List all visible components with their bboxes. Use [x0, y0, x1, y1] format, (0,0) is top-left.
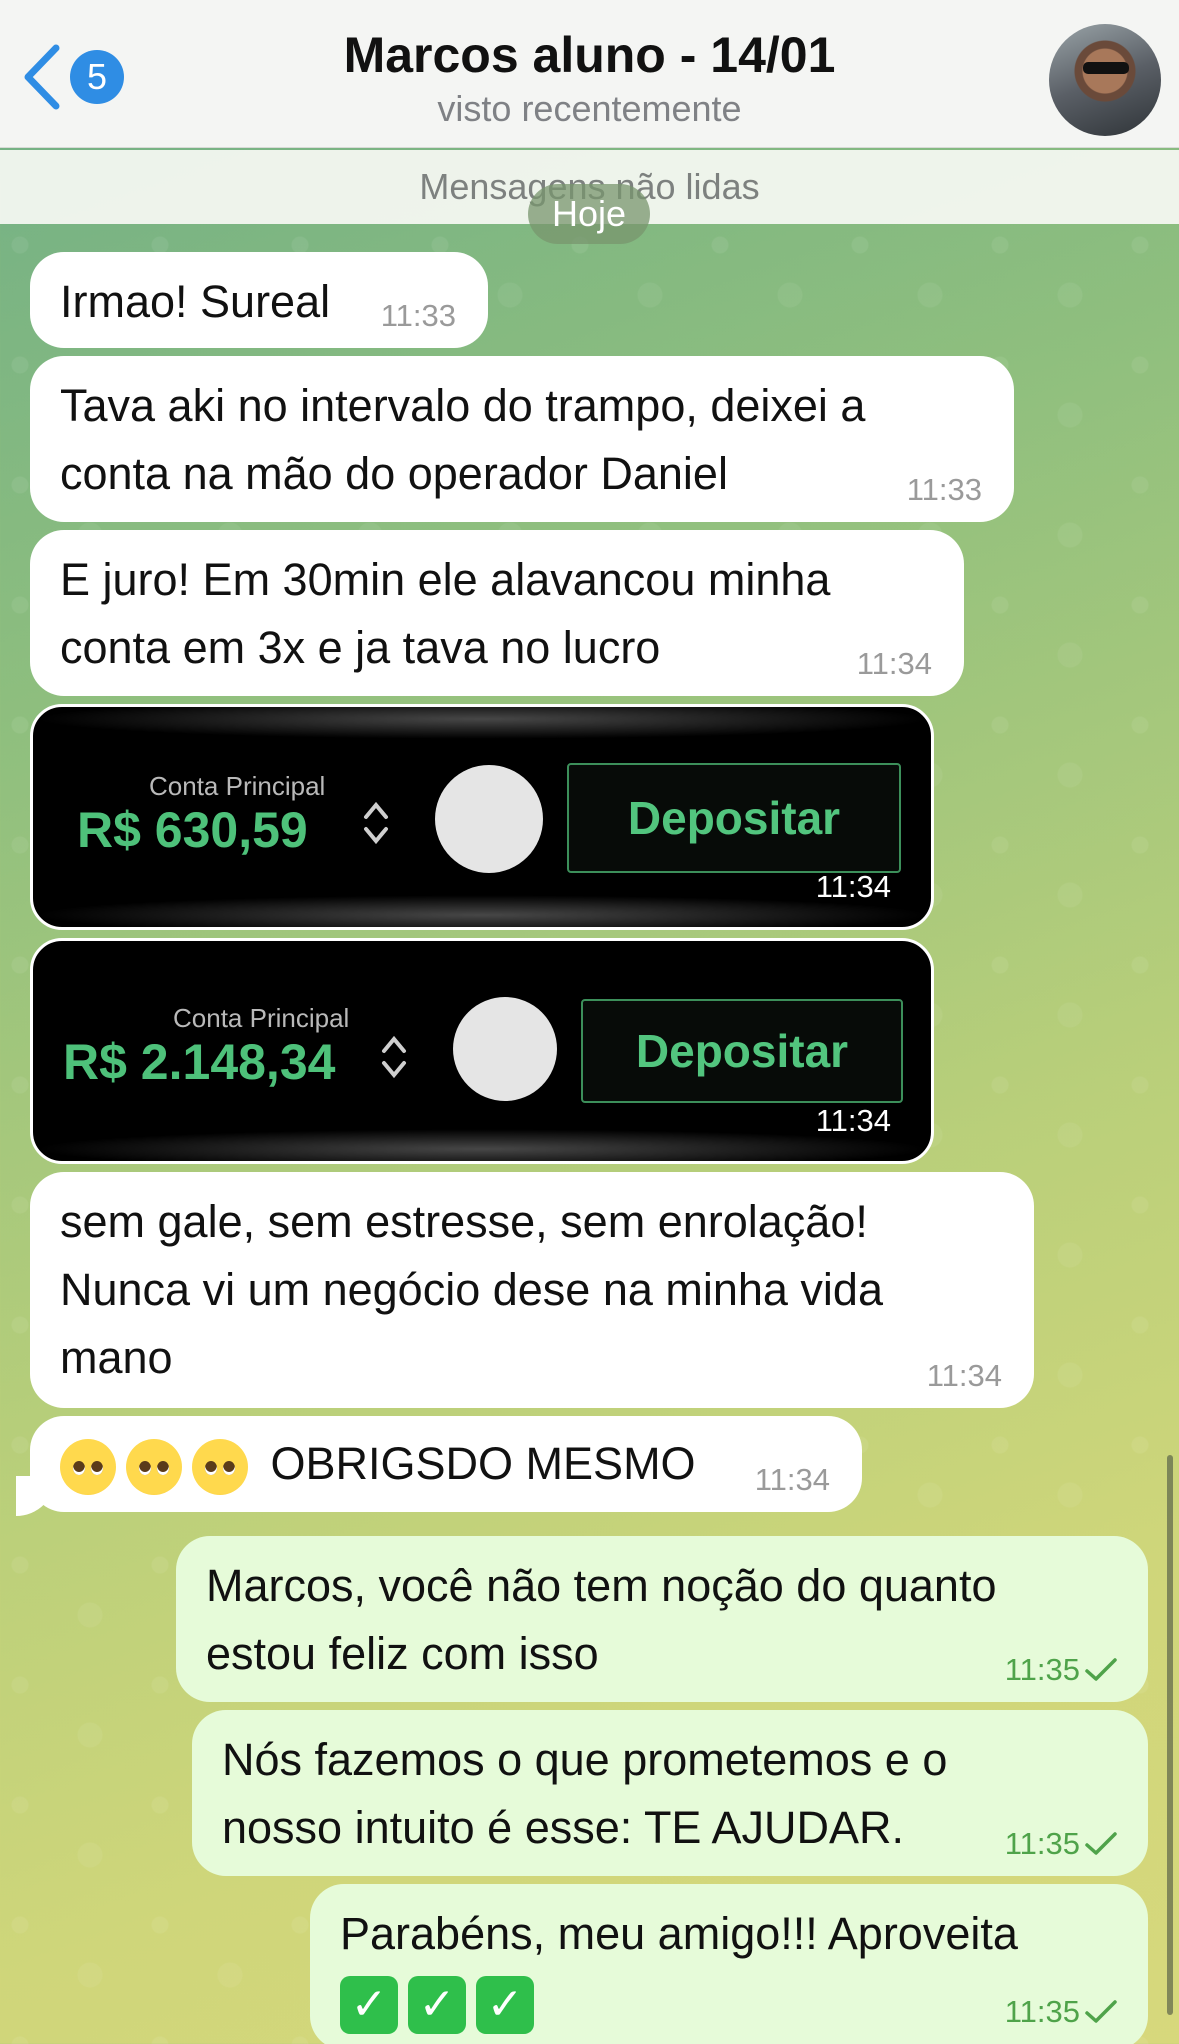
deposit-button: Depositar: [581, 999, 903, 1103]
message-text-line: Tava aki no intervalo do trampo, deixei …: [60, 380, 866, 431]
incoming-message[interactable]: OBRIGSDO MESMO 11:34: [30, 1416, 862, 1512]
profile-circle: [453, 997, 557, 1101]
check-mark-button-icon: ✓: [476, 1976, 534, 2035]
message-time: 11:34: [815, 869, 891, 904]
account-balance: R$ 2.148,34: [63, 1034, 336, 1090]
read-check-icon: [1085, 1658, 1117, 1681]
incoming-message[interactable]: E juro! Em 30min ele alavancou minha con…: [30, 530, 964, 696]
profile-circle: [435, 765, 543, 873]
message-time: 11:35: [1004, 1826, 1080, 1861]
contact-avatar[interactable]: [1049, 24, 1161, 136]
chat-title[interactable]: Marcos aluno - 14/01: [0, 26, 1179, 84]
message-text-line: mano: [60, 1332, 173, 1383]
deposit-button: Depositar: [567, 763, 901, 873]
message-time: 11:35: [1004, 1652, 1080, 1687]
pleading-face-icon: [60, 1439, 116, 1496]
outgoing-message[interactable]: Parabéns, meu amigo!!! Aproveita ✓ ✓ ✓ 11:…: [310, 1884, 1148, 2044]
message-time: 11:34: [815, 1103, 891, 1138]
incoming-message[interactable]: sem gale, sem estresse, sem enrolação! N…: [30, 1172, 1034, 1408]
outgoing-message[interactable]: Nós fazemos o que prometemos e o nosso i…: [192, 1710, 1148, 1876]
message-time: 11:35: [1004, 1994, 1080, 2029]
incoming-message[interactable]: Irmao! Sureal 11:33: [30, 252, 488, 348]
outgoing-message[interactable]: Marcos, você não tem noção do quanto est…: [176, 1536, 1148, 1702]
message-text-line: Marcos, você não tem noção do quanto: [206, 1560, 997, 1611]
scrollbar[interactable]: [1167, 1455, 1173, 2015]
message-time: 11:34: [926, 1358, 1002, 1393]
message-text-line: conta na mão do operador Daniel: [60, 448, 728, 499]
message-text-line: conta em 3x e ja tava no lucro: [60, 622, 661, 673]
message-emoji-line: ✓ ✓ ✓: [340, 1968, 1118, 2036]
message-time: 11:33: [380, 298, 456, 333]
read-check-icon: [1085, 1832, 1117, 1855]
avatar-glasses: [1083, 62, 1129, 74]
message-text-line: sem gale, sem estresse, sem enrolação!: [60, 1196, 868, 1247]
pleading-face-icon: [192, 1439, 248, 1496]
message-status: 11:35: [1005, 1826, 1118, 1862]
account-label: Conta Principal: [149, 771, 326, 801]
message-text: Irmao! Sureal: [60, 276, 331, 327]
message-text-line: estou feliz com isso: [206, 1628, 599, 1679]
message-text-line: nosso intuito é esse: TE AJUDAR.: [222, 1802, 904, 1853]
message-text-line: Nós fazemos o que prometemos e o: [222, 1734, 948, 1785]
message-time: 11:34: [754, 1462, 830, 1497]
account-label: Conta Principal: [173, 1003, 350, 1033]
message-text: OBRIGSDO MESMO: [270, 1438, 696, 1489]
message-text-line: E juro! Em 30min ele alavancou minha: [60, 554, 831, 605]
image-message[interactable]: Conta Principal R$ 2.148,34 Depositar 11…: [30, 938, 934, 1164]
chat-header: 5 Marcos aluno - 14/01 visto recentement…: [0, 0, 1179, 148]
account-balance: R$ 630,59: [77, 802, 308, 858]
date-chip: Hoje: [528, 184, 650, 244]
check-mark-button-icon: ✓: [340, 1976, 398, 2035]
image-message[interactable]: Conta Principal R$ 630,59 Depositar 11:3…: [30, 704, 934, 930]
message-text-line: Nunca vi um negócio dese na minha vida: [60, 1264, 883, 1315]
read-check-icon: [1085, 2000, 1117, 2023]
message-text-line: Parabéns, meu amigo!!! Aproveita: [340, 1908, 1018, 1959]
check-mark-button-icon: ✓: [408, 1976, 466, 2035]
last-seen-status: visto recentemente: [437, 88, 742, 129]
incoming-message[interactable]: Tava aki no intervalo do trampo, deixei …: [30, 356, 1014, 522]
message-time: 11:34: [856, 646, 932, 681]
chevron-up-down-icon: [382, 1035, 406, 1079]
chevron-up-down-icon: [364, 801, 388, 845]
message-status: 11:35: [1005, 1994, 1118, 2030]
message-status: 11:35: [1005, 1652, 1118, 1688]
pleading-face-icon: [126, 1439, 182, 1496]
message-time: 11:33: [906, 472, 982, 507]
